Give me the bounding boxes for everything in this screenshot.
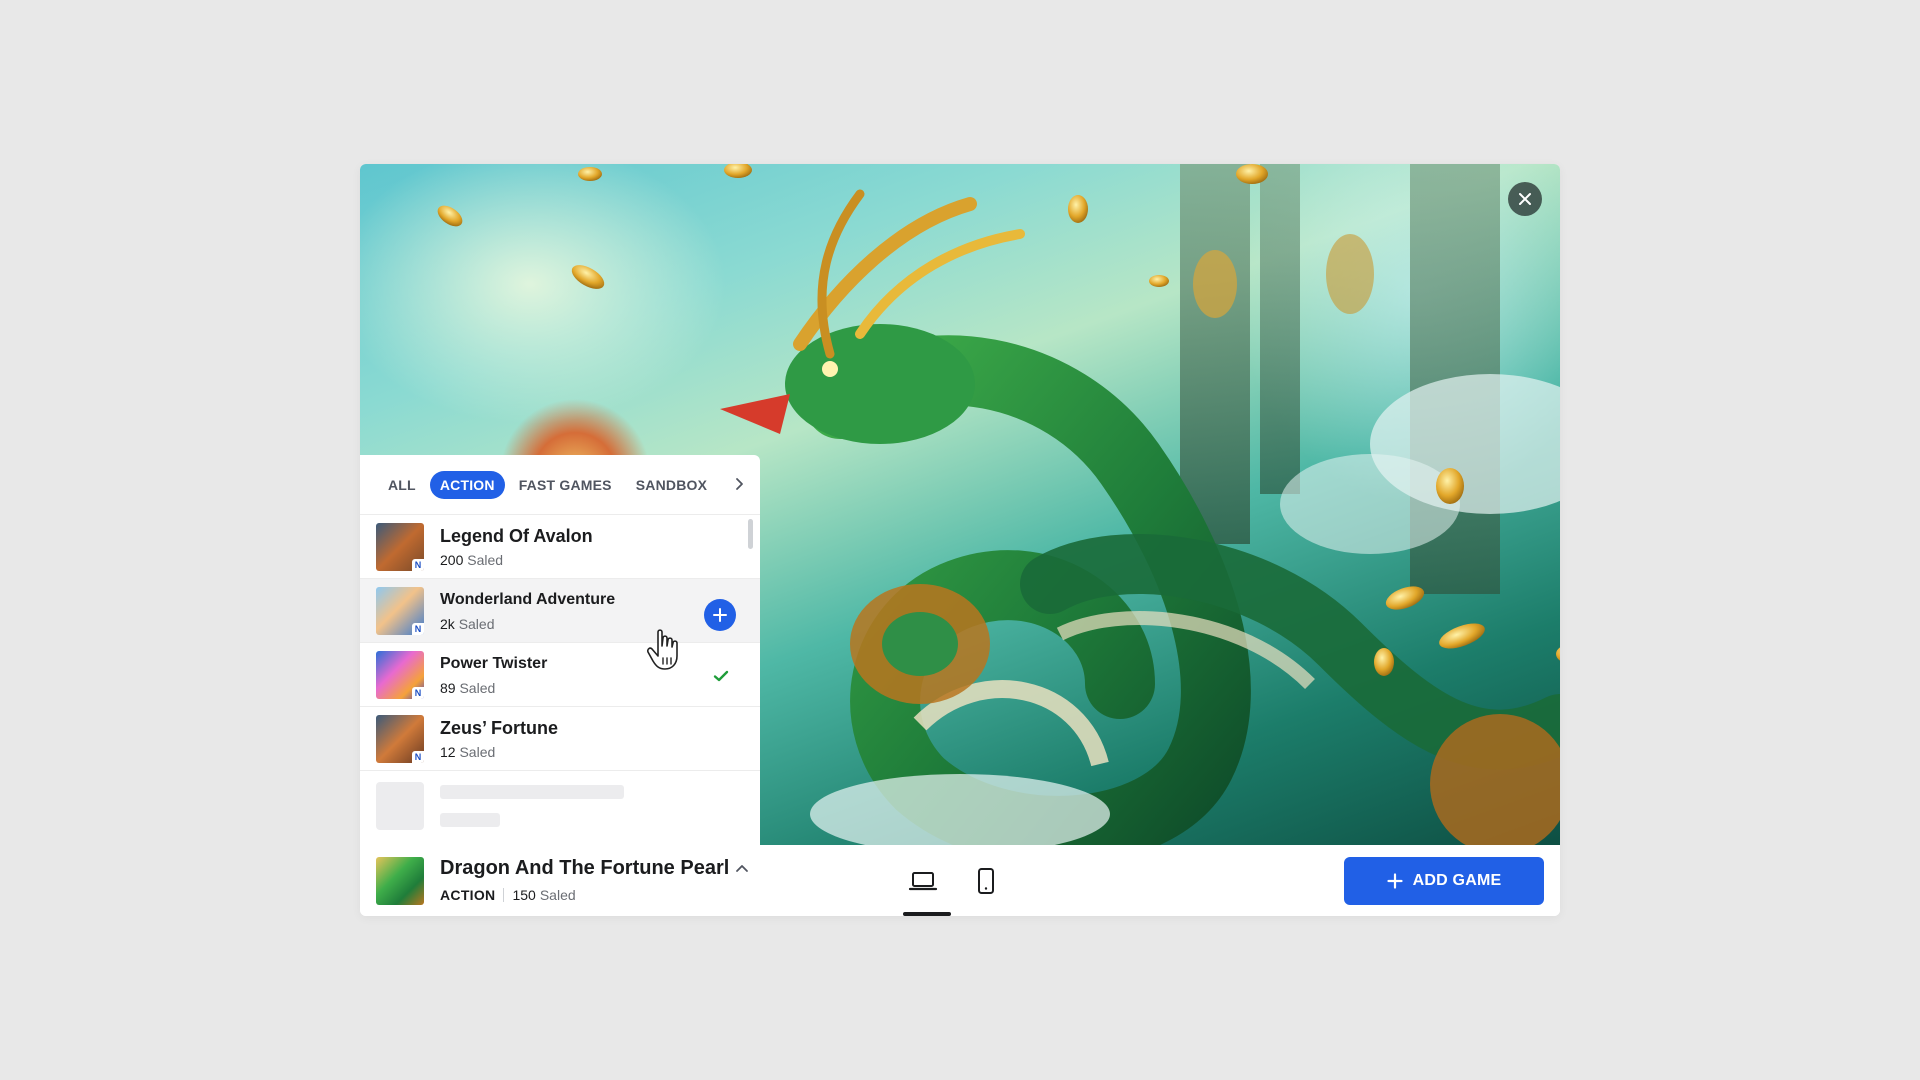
selected-game-meta: ACTION 150 Saled [440, 887, 576, 903]
chevron-right-icon[interactable] [730, 475, 748, 493]
skeleton-line [440, 785, 624, 799]
game-list-panel: ALL ACTION FAST GAMES SANDBOX N Legend O… [360, 455, 760, 845]
sold-count: 200 [440, 551, 464, 568]
badge-n-icon: N [412, 558, 424, 571]
game-thumbnail: N [376, 650, 424, 699]
chevron-up-icon[interactable] [734, 861, 750, 877]
plus-icon [1387, 873, 1403, 889]
add-to-list-button[interactable] [704, 599, 736, 631]
close-button[interactable] [1508, 182, 1542, 216]
plus-icon [713, 608, 727, 622]
tab-all[interactable]: ALL [378, 471, 426, 499]
smartphone-icon [978, 868, 994, 894]
list-item[interactable]: N Power Twister 89 Saled [360, 643, 760, 707]
add-game-button[interactable]: ADD GAME [1344, 857, 1544, 905]
sold-label: Saled [467, 551, 504, 568]
sold-count: 2k [440, 615, 455, 632]
selected-game-bar: Dragon And The Fortune Pearl ACTION 150 … [360, 845, 1560, 916]
sold-label: Saled [459, 679, 496, 696]
tab-fast-games[interactable]: FAST GAMES [509, 471, 622, 499]
selected-game-genre: ACTION [440, 887, 496, 903]
list-item[interactable]: N Legend Of Avalon 200 Saled [360, 515, 760, 579]
selected-game-thumbnail [376, 857, 424, 905]
desktop-preview-button[interactable] [903, 865, 943, 897]
hand-pointer-icon [647, 629, 678, 670]
game-thumbnail: N [376, 522, 424, 571]
selected-game-title: Dragon And The Fortune Pearl [440, 857, 730, 879]
skeleton-line [440, 813, 500, 827]
sold-label: Saled [458, 615, 495, 632]
list-item[interactable]: N Zeus’ Fortune 12 Saled [360, 707, 760, 771]
add-game-label: ADD GAME [1412, 872, 1502, 889]
game-title: Power Twister [440, 654, 548, 672]
game-thumbnail: N [376, 714, 424, 763]
laptop-icon [908, 872, 938, 891]
game-title: Wonderland Adventure [440, 590, 616, 608]
sold-count: 150 [512, 887, 536, 903]
list-item[interactable]: N Wonderland Adventure 2k Saled [360, 579, 760, 643]
game-thumbnail: N [376, 586, 424, 635]
sold-label: Saled [459, 743, 496, 760]
category-tabs: ALL ACTION FAST GAMES SANDBOX [360, 455, 760, 515]
sold-count: 12 [440, 743, 456, 760]
active-device-indicator [903, 912, 951, 916]
badge-n-icon: N [412, 622, 424, 635]
check-icon [713, 670, 729, 682]
game-title: Legend Of Avalon [440, 525, 593, 546]
loading-skeleton-row [360, 771, 760, 841]
close-icon [1519, 193, 1531, 205]
game-title: Zeus’ Fortune [440, 717, 559, 738]
mobile-preview-button[interactable] [966, 865, 1006, 897]
game-list[interactable]: N Legend Of Avalon 200 Saled N Wonderlan… [360, 515, 760, 845]
tab-action[interactable]: ACTION [429, 470, 505, 499]
sold-count: 89 [440, 679, 456, 696]
divider [503, 888, 505, 902]
sold-label: Saled [539, 887, 576, 903]
tab-sandbox[interactable]: SANDBOX [626, 471, 717, 499]
badge-n-icon: N [412, 750, 424, 763]
game-preview-modal: ALL ACTION FAST GAMES SANDBOX N Legend O… [360, 164, 1560, 916]
skeleton-thumbnail [376, 782, 424, 830]
badge-n-icon: N [412, 686, 424, 699]
